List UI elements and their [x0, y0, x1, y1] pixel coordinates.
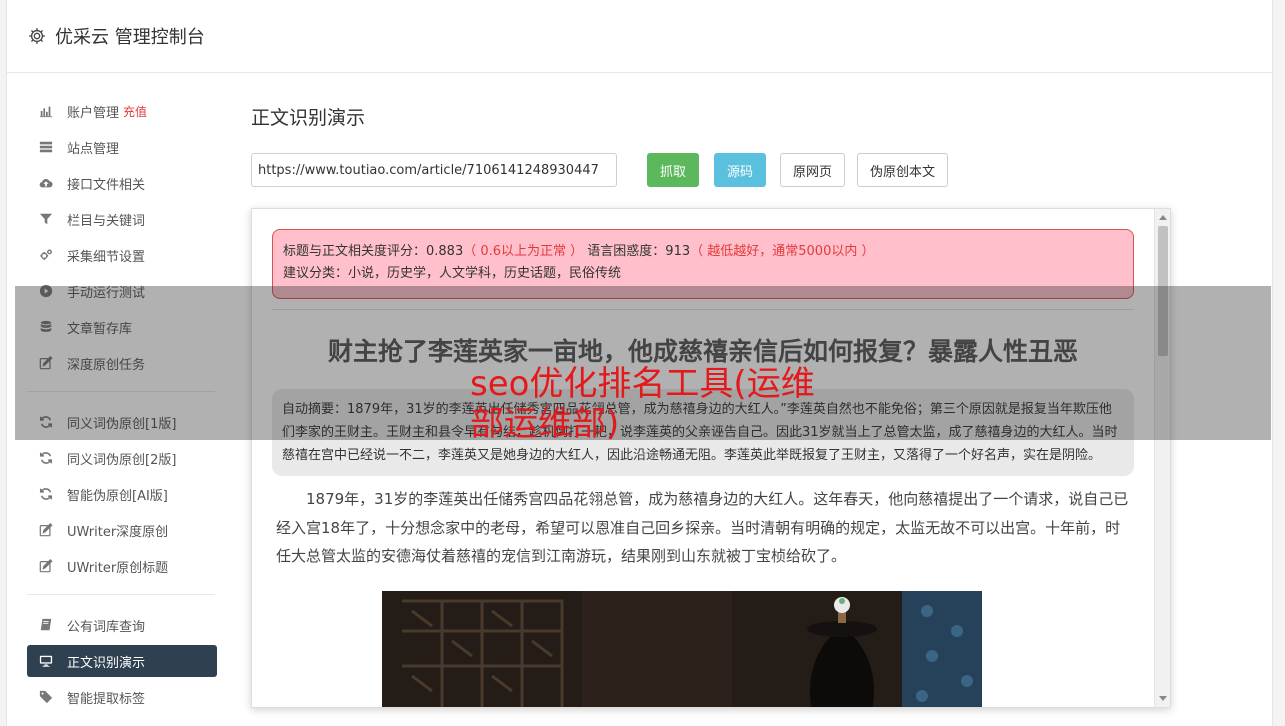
- edit-icon: [39, 559, 53, 573]
- sidebar-item-group2-4[interactable]: UWriter原创标题: [27, 550, 217, 582]
- sidebar-item-group3-0[interactable]: 公有词库查询: [27, 609, 217, 641]
- sidebar-item-group3-1[interactable]: 正文识别演示: [27, 645, 217, 677]
- sidebar-item-label: UWriter原创标题: [67, 560, 169, 576]
- sidebar-item-group1-1[interactable]: 站点管理: [27, 131, 217, 163]
- original-page-button[interactable]: 原网页: [780, 153, 846, 187]
- sidebar-item-label: 站点管理: [67, 141, 120, 157]
- sidebar-item-label: 智能提取标签: [67, 691, 146, 707]
- app-title: 优采云 管理控制台: [55, 27, 205, 48]
- recharge-link[interactable]: 充值: [123, 103, 147, 120]
- refresh-icon: [39, 451, 53, 465]
- refresh-icon: [39, 415, 53, 429]
- score-line-2: 建议分类：小说，历史学，人文学科，历史话题，民俗传统: [283, 266, 622, 281]
- sidebar-item-label: 手动运行测试: [67, 285, 146, 301]
- book-icon: [39, 618, 53, 632]
- article-title: 财主抢了李莲英家一亩地，他成慈禧亲信后如何报复？暴露人性丑恶: [327, 337, 1078, 366]
- tag-icon: [39, 690, 53, 704]
- auto-summary: 自动摘要：1879年，31岁的李莲英出任储秀宫四品花翎总管，成为慈禧身边的大红人…: [272, 389, 1134, 476]
- score-box: 标题与正文相关度评分：0.883（ 0.6以上为正常 ） 语言困惑度：913（ …: [272, 229, 1134, 299]
- app-header: 优采云 管理控制台: [7, 0, 1272, 73]
- gears-icon: [39, 248, 53, 262]
- article-paragraph: 1879年，31岁的李莲英出任储秀宫四品花翎总管，成为慈禧身边的大红人。这年春天…: [276, 490, 1129, 565]
- scroll-thumb[interactable]: [1158, 226, 1168, 356]
- sidebar-item-group2-3[interactable]: UWriter深度原创: [27, 514, 217, 546]
- panel-scrollbar[interactable]: [1154, 209, 1170, 707]
- sidebar-item-label: 账户管理: [67, 105, 120, 121]
- scroll-down-icon[interactable]: [1159, 696, 1167, 701]
- result-panel[interactable]: 标题与正文相关度评分：0.883（ 0.6以上为正常 ） 语言困惑度：913（ …: [251, 208, 1171, 708]
- monitor-icon: [39, 654, 53, 668]
- result-content: 标题与正文相关度评分：0.883（ 0.6以上为正常 ） 语言困惑度：913（ …: [272, 229, 1134, 571]
- bar-chart-icon: [39, 104, 53, 118]
- sidebar-item-label: 接口文件相关: [67, 177, 146, 193]
- sidebar-item-group1-0[interactable]: 账户管理 充值: [27, 95, 217, 127]
- sidebar-item-group1-6[interactable]: 文章暂存库: [27, 311, 217, 343]
- sidebar: 账户管理 充值站点管理接口文件相关 栏目与关键词 采集细节设置 手动运行测试 文章暂存库深…: [27, 95, 217, 717]
- sidebar-item-label: 深度原创任务: [67, 357, 146, 373]
- sidebar-divider: [27, 391, 215, 392]
- sidebar-item-label: 正文识别演示: [67, 655, 146, 671]
- url-input[interactable]: [251, 153, 617, 187]
- source-button[interactable]: 源码: [714, 153, 767, 187]
- sidebar-item-group3-2[interactable]: 智能提取标签: [27, 681, 217, 713]
- sidebar-item-label: 智能伪原创[AI版]: [67, 488, 168, 504]
- toolbar: 抓取 源码 原网页 伪原创本文: [251, 153, 1181, 187]
- article-image: [382, 591, 982, 707]
- sidebar-item-group1-2[interactable]: 接口文件相关: [27, 167, 217, 199]
- database-icon: [39, 320, 53, 334]
- sidebar-item-group1-7[interactable]: 深度原创任务: [27, 347, 217, 379]
- page-title: 正文识别演示: [251, 107, 366, 129]
- sidebar-item-group2-2[interactable]: 智能伪原创[AI版]: [27, 478, 217, 510]
- sidebar-item-group1-3[interactable]: 栏目与关键词: [27, 203, 217, 235]
- edit-icon: [39, 523, 53, 537]
- sidebar-item-label: 同义词伪原创[1版]: [67, 416, 177, 432]
- app-window: 优采云 管理控制台 账户管理 充值站点管理接口文件相关 栏目与关键词 采集细节设置 手动…: [6, 0, 1273, 726]
- scroll-up-icon[interactable]: [1159, 215, 1167, 220]
- gear-icon: [29, 28, 45, 44]
- sidebar-item-label: 同义词伪原创[2版]: [67, 452, 177, 468]
- sidebar-item-label: 栏目与关键词: [67, 213, 146, 229]
- cloud-upload-icon: [39, 176, 53, 190]
- sidebar-item-group2-1[interactable]: 同义词伪原创[2版]: [27, 442, 217, 474]
- score-line-1: 标题与正文相关度评分：0.883（ 0.6以上为正常 ） 语言困惑度：913（ …: [283, 244, 875, 259]
- sidebar-item-label: 采集细节设置: [67, 249, 146, 265]
- server-icon: [39, 140, 53, 154]
- pseudo-original-button[interactable]: 伪原创本文: [857, 153, 949, 187]
- sidebar-item-label: 文章暂存库: [67, 321, 133, 337]
- fetch-button[interactable]: 抓取: [647, 153, 700, 187]
- content-divider: [272, 309, 1134, 310]
- sidebar-item-label: 公有词库查询: [67, 619, 146, 635]
- sidebar-divider: [27, 594, 215, 595]
- sidebar-item-group1-5[interactable]: 手动运行测试: [27, 275, 217, 307]
- sidebar-item-group1-4[interactable]: 采集细节设置: [27, 239, 217, 271]
- refresh-icon: [39, 487, 53, 501]
- edit-icon: [39, 356, 53, 370]
- main-content: 正文识别演示 抓取 源码 原网页 伪原创本文 标题与正文相关度评分：0.883（…: [251, 96, 1181, 708]
- sidebar-item-label: UWriter深度原创: [67, 524, 169, 540]
- sidebar-item-group2-0[interactable]: 同义词伪原创[1版]: [27, 406, 217, 438]
- filter-icon: [39, 212, 53, 226]
- play-circle-icon: [39, 284, 53, 298]
